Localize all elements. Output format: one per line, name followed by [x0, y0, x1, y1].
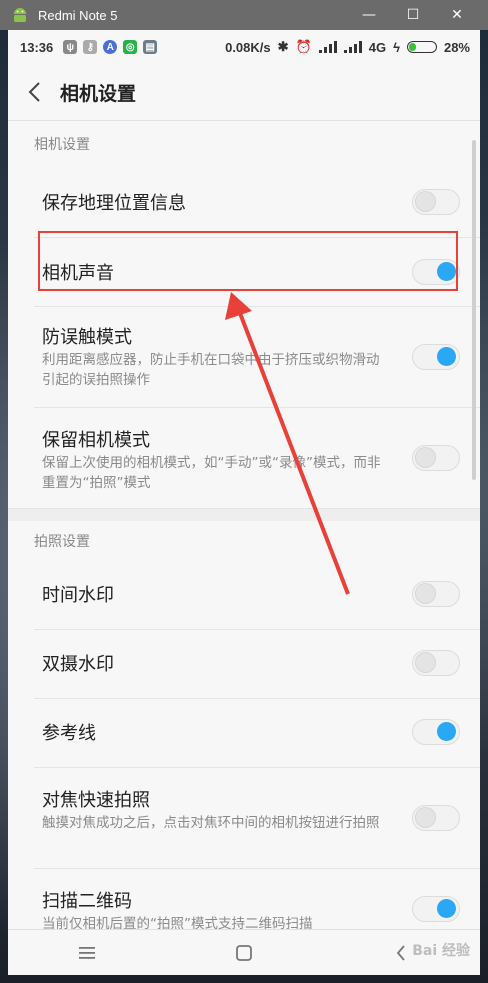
annotation-arrow [225, 292, 350, 595]
arrow-head [225, 292, 252, 320]
emulator-window: Redmi Note 5 — ☐ ✕ 13:36 ψ ⚷ A ◎ ▤ 0.08K… [0, 0, 488, 983]
android-icon [14, 8, 26, 22]
minimize-icon: — [362, 7, 376, 23]
minimize-button[interactable]: — [346, 0, 392, 30]
close-icon: ✕ [451, 7, 463, 23]
arrow-line [236, 307, 350, 595]
maximize-button[interactable]: ☐ [390, 0, 436, 30]
watermark: Bai 经验 [412, 943, 470, 959]
close-button[interactable]: ✕ [434, 0, 480, 30]
maximize-icon: ☐ [406, 7, 420, 23]
window-titlebar: Redmi Note 5 — ☐ ✕ [0, 0, 488, 30]
window-title: Redmi Note 5 [38, 7, 118, 23]
phone-screen: 13:36 ψ ⚷ A ◎ ▤ 0.08K/s ✱ ⏰ 4G ϟ 28% 相机设… [8, 30, 480, 975]
